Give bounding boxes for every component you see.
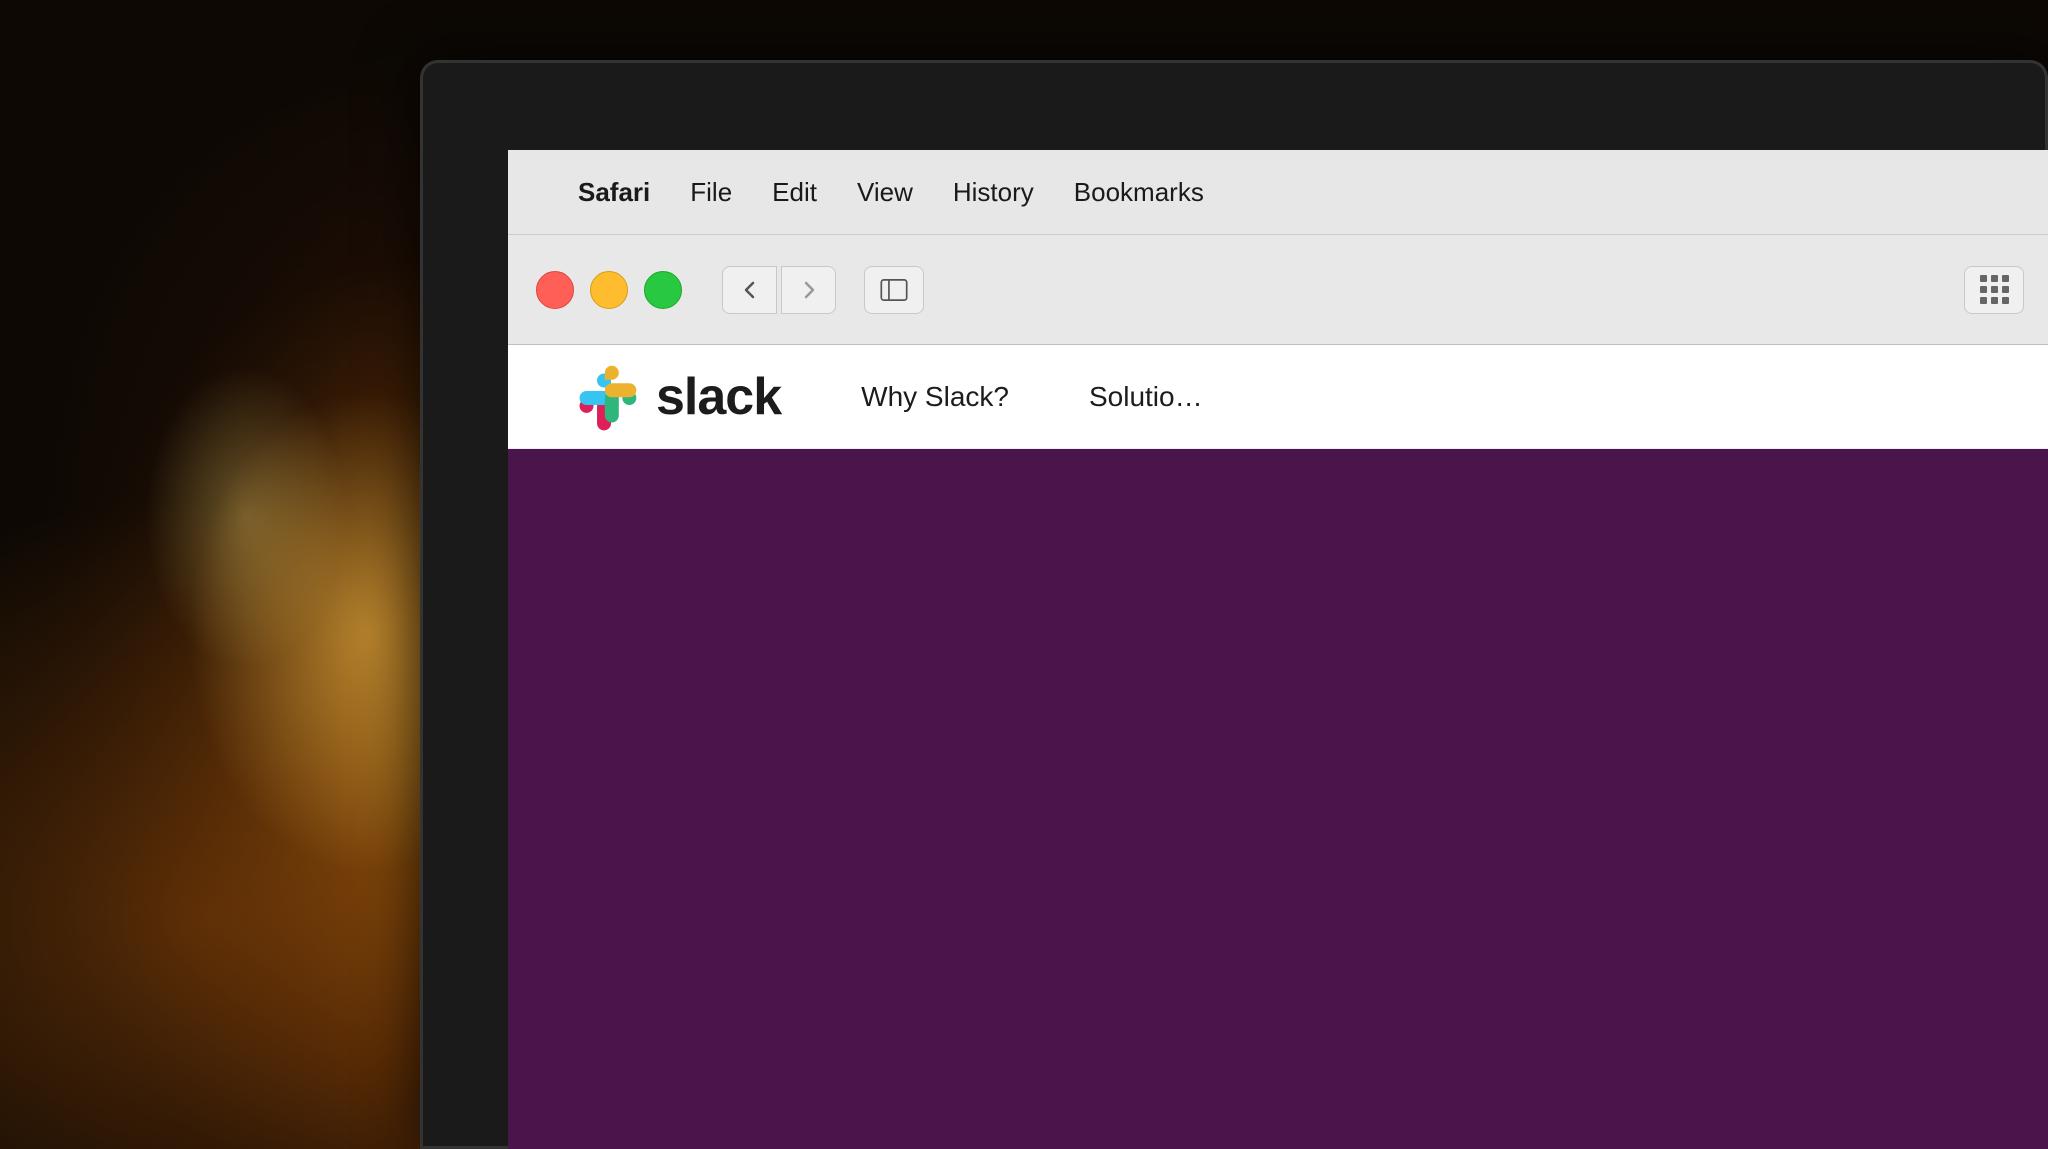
safari-menu[interactable]: Safari [578, 177, 650, 208]
grid-view-button[interactable] [1964, 266, 2024, 314]
edit-menu[interactable]: Edit [772, 177, 817, 208]
slack-logo-text: slack [656, 367, 781, 427]
slack-logo-icon [568, 362, 638, 432]
browser-chrome-wrapper [508, 235, 2048, 345]
minimize-button[interactable] [590, 271, 628, 309]
back-button[interactable] [722, 266, 777, 314]
grid-dots-icon [1980, 275, 2009, 304]
screen-area: Safari File Edit View History Bookmarks [508, 150, 2048, 1149]
maximize-button[interactable] [644, 271, 682, 309]
laptop-frame: Safari File Edit View History Bookmarks [360, 0, 2048, 1149]
history-menu[interactable]: History [953, 177, 1034, 208]
sidebar-toggle-button[interactable] [864, 266, 924, 314]
nav-buttons [722, 266, 836, 314]
slack-nav: slack Why Slack? Solutio… [508, 345, 2048, 449]
slack-hero-section [508, 449, 2048, 1149]
macos-menubar: Safari File Edit View History Bookmarks [508, 150, 2048, 235]
traffic-lights [536, 271, 682, 309]
solutions-link[interactable]: Solutio… [1089, 381, 1203, 413]
slack-logo[interactable]: slack [568, 362, 781, 432]
file-menu[interactable]: File [690, 177, 732, 208]
browser-chrome [508, 235, 2048, 345]
slack-website: slack Why Slack? Solutio… [508, 345, 2048, 1149]
why-slack-link[interactable]: Why Slack? [861, 381, 1009, 413]
close-button[interactable] [536, 271, 574, 309]
bookmarks-menu[interactable]: Bookmarks [1074, 177, 1204, 208]
view-menu[interactable]: View [857, 177, 913, 208]
forward-button[interactable] [781, 266, 836, 314]
screen-bezel: Safari File Edit View History Bookmarks [420, 60, 2048, 1149]
